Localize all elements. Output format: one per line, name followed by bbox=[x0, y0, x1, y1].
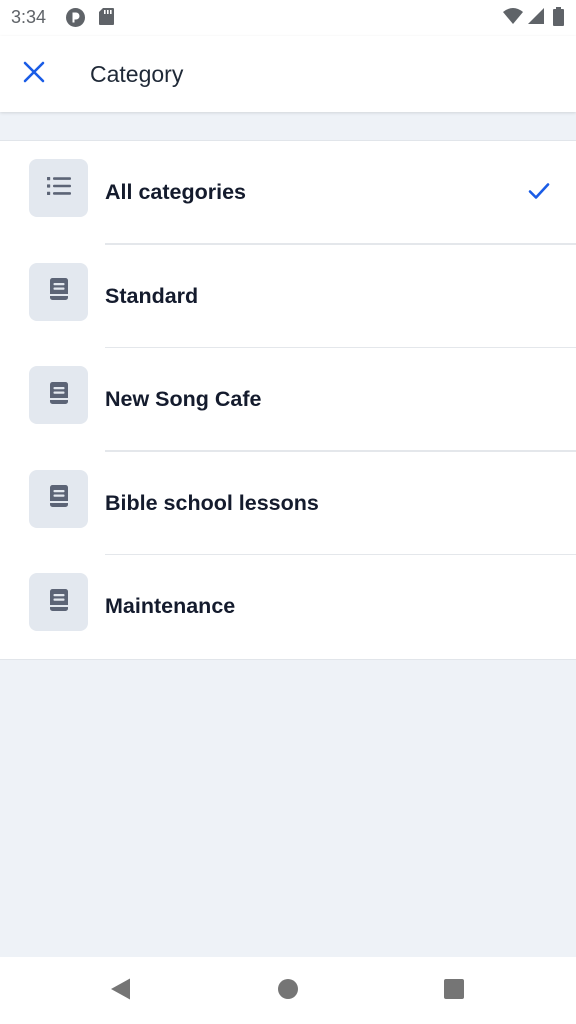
cellular-signal-icon bbox=[527, 7, 545, 30]
category-list: All categories Standard New Song Cafe Bi… bbox=[0, 140, 576, 660]
sd-card-icon bbox=[98, 7, 115, 31]
book-icon bbox=[49, 277, 69, 306]
category-icon-box bbox=[29, 262, 88, 321]
category-item-maintenance[interactable]: Maintenance bbox=[0, 555, 576, 659]
category-item-bible-school-lessons[interactable]: Bible school lessons bbox=[0, 452, 576, 555]
book-icon bbox=[49, 484, 69, 513]
home-icon bbox=[277, 978, 299, 1005]
book-icon bbox=[49, 381, 69, 410]
wifi-icon bbox=[502, 7, 524, 30]
back-icon bbox=[108, 977, 132, 1006]
category-icon-box bbox=[29, 159, 88, 217]
category-label: Bible school lessons bbox=[105, 490, 319, 515]
status-bar: 3:34 bbox=[0, 0, 576, 36]
close-icon bbox=[23, 61, 45, 88]
book-icon bbox=[49, 588, 69, 617]
status-time: 3:34 bbox=[11, 7, 47, 27]
category-label: New Song Cafe bbox=[105, 387, 262, 411]
page-title: Category bbox=[90, 61, 184, 87]
check-icon bbox=[528, 182, 550, 205]
nextcloud-icon bbox=[65, 7, 86, 33]
category-icon-box bbox=[29, 366, 88, 424]
category-item-all-categories[interactable]: All categories bbox=[0, 141, 576, 245]
battery-icon bbox=[553, 7, 564, 31]
app-bar: Category bbox=[0, 36, 576, 112]
category-item-standard[interactable]: Standard bbox=[0, 245, 576, 348]
home-button[interactable] bbox=[274, 977, 302, 1005]
recents-button[interactable] bbox=[440, 977, 468, 1005]
category-label: All categories bbox=[105, 180, 246, 204]
navigation-bar bbox=[0, 957, 576, 1024]
category-label: Standard bbox=[105, 283, 199, 308]
close-button[interactable] bbox=[14, 54, 54, 94]
category-icon-box bbox=[29, 469, 88, 528]
back-button[interactable] bbox=[106, 977, 134, 1005]
category-label: Maintenance bbox=[105, 594, 236, 618]
category-item-new-song-cafe[interactable]: New Song Cafe bbox=[0, 348, 576, 452]
recents-icon bbox=[443, 978, 465, 1005]
category-icon-box bbox=[29, 573, 88, 631]
list-icon bbox=[46, 176, 71, 201]
